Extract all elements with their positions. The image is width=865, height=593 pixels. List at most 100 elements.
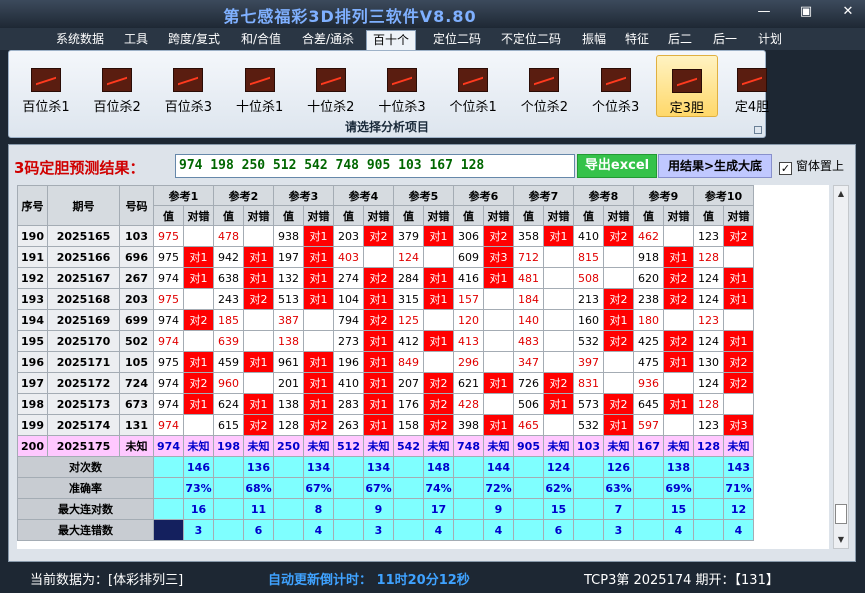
ref-result-cell: 对2 bbox=[663, 267, 694, 289]
chart-icon bbox=[387, 68, 417, 92]
menu-item[interactable]: 后一 bbox=[713, 30, 737, 50]
scroll-down-icon[interactable]: ▼ bbox=[834, 533, 848, 547]
ref-result-cell: 对2 bbox=[723, 225, 754, 247]
ref-value-cell: 243 bbox=[213, 288, 244, 310]
ribbon-button[interactable]: 定4胆 bbox=[727, 55, 777, 117]
prediction-result-field[interactable]: 974 198 250 512 542 748 905 103 167 128 bbox=[175, 154, 575, 178]
ref-result-cell: 对1 bbox=[303, 246, 334, 268]
ref-value-cell: 960 bbox=[213, 372, 244, 394]
generate-base-button[interactable]: 用结果>生成大底 bbox=[658, 154, 772, 178]
ref-value-cell: 465 bbox=[513, 414, 544, 436]
ref-result-cell: 对2 bbox=[183, 309, 214, 331]
menu-item[interactable]: 系统数据 bbox=[56, 30, 104, 50]
stats-value-cell: 148 bbox=[423, 456, 454, 478]
stats-value-cell: 67% bbox=[303, 477, 334, 499]
stats-value-cell: 124 bbox=[543, 456, 574, 478]
ref-value-cell: 974 bbox=[153, 330, 184, 352]
ref-result-cell: 对2 bbox=[603, 288, 634, 310]
ref-value-cell: 416 bbox=[453, 267, 484, 289]
ribbon-button[interactable]: 百位杀3 bbox=[157, 55, 219, 117]
chart-icon bbox=[600, 68, 631, 92]
stats-value-cell: 16 bbox=[183, 498, 214, 520]
ref-value-cell: 397 bbox=[573, 351, 604, 373]
close-button[interactable]: ✕ bbox=[835, 3, 861, 21]
menu-item[interactable]: 不定位二码 bbox=[501, 30, 561, 50]
ref-value-cell: 974 bbox=[153, 372, 184, 394]
table-row[interactable]: 194 2025169 699 974 对2 185 387 794 对2 125 120 140 16… bbox=[17, 309, 754, 331]
ref-result-cell: 对1 bbox=[543, 225, 574, 247]
stats-spacer-cell bbox=[573, 519, 604, 541]
menu-item[interactable]: 振幅 bbox=[582, 30, 606, 50]
results-grid: 序号 期号 号码 参考1 参考2 参考3 参考4 参考5 参考6 参考7 参考8 参考9 参考10 值对错… bbox=[17, 185, 829, 549]
ribbon-button[interactable]: 十位杀2 bbox=[300, 55, 362, 117]
minimize-button[interactable]: — bbox=[751, 3, 777, 21]
stats-value-cell: 143 bbox=[723, 456, 754, 478]
table-row[interactable]: 191 2025166 696 975 对1 942 对1 197 对1 403 124 609 对3 7… bbox=[17, 246, 754, 268]
ref-value-cell: 975 bbox=[153, 288, 184, 310]
table-row[interactable]: 196 2025171 105 975 对1 459 对1 961 对1 196 对1 849 296 3… bbox=[17, 351, 754, 373]
menu-item[interactable]: 跨度/复式 bbox=[168, 30, 220, 50]
prediction-row[interactable]: 200 2025175 未知 974 未知 198 未知 250 未知 512 未知 542 未知 748… bbox=[17, 435, 754, 457]
menu-item[interactable]: 工具 bbox=[124, 30, 148, 50]
header-value: 值 bbox=[453, 205, 484, 226]
predicted-result-cell: 未知 bbox=[423, 435, 454, 457]
vertical-scrollbar[interactable]: ▲ ▼ bbox=[833, 185, 849, 549]
ribbon-button[interactable]: 个位杀2 bbox=[513, 55, 575, 117]
header-value: 值 bbox=[273, 205, 304, 226]
ref-value-cell: 160 bbox=[573, 309, 604, 331]
stats-value-cell: 73% bbox=[183, 477, 214, 499]
table-row[interactable]: 195 2025170 502 974 639 138 273 对1 412 对1 413 483 53… bbox=[17, 330, 754, 352]
row-number: 103 bbox=[119, 225, 154, 247]
stats-spacer-cell bbox=[513, 477, 544, 499]
ref-result-cell: 对1 bbox=[303, 225, 334, 247]
ref-value-cell: 124 bbox=[393, 246, 424, 268]
ribbon-button-label: 定4胆 bbox=[734, 100, 770, 115]
ribbon-expand-icon[interactable] bbox=[754, 126, 762, 134]
ribbon-button[interactable]: 百位杀2 bbox=[86, 55, 148, 117]
table-row[interactable]: 190 2025165 103 975 478 938 对1 203 对2 379 对1 306 对2 3… bbox=[17, 225, 754, 247]
ribbon-button[interactable]: 十位杀1 bbox=[229, 55, 291, 117]
ref-result-cell bbox=[303, 330, 334, 352]
checkbox-icon[interactable]: ✓ bbox=[779, 162, 792, 175]
stats-value-cell: 15 bbox=[663, 498, 694, 520]
scroll-up-icon[interactable]: ▲ bbox=[834, 187, 848, 201]
ref-result-cell: 对2 bbox=[363, 309, 394, 331]
scroll-thumb[interactable] bbox=[835, 504, 847, 524]
menu-item[interactable]: 定位二码 bbox=[433, 30, 481, 50]
menu-item[interactable]: 特征 bbox=[625, 30, 649, 50]
menu-item[interactable]: 合差/通杀 bbox=[302, 30, 354, 50]
menu-item[interactable]: 后二 bbox=[668, 30, 692, 50]
ref-value-cell: 712 bbox=[513, 246, 544, 268]
menu-item[interactable]: 百十个 bbox=[366, 30, 417, 50]
stats-spacer-cell bbox=[213, 519, 244, 541]
ref-result-cell bbox=[663, 414, 694, 436]
maximize-button[interactable]: ▣ bbox=[793, 3, 819, 21]
ref-value-cell: 412 bbox=[393, 330, 424, 352]
table-row[interactable]: 197 2025172 724 974 对2 960 201 对1 410 对1 207 对2 621 对… bbox=[17, 372, 754, 394]
ref-value-cell: 315 bbox=[393, 288, 424, 310]
table-row[interactable]: 192 2025167 267 974 对1 638 对1 132 对1 274 对2 284 对1 41… bbox=[17, 267, 754, 289]
menu-item[interactable]: 和/合值 bbox=[241, 30, 281, 50]
menu-item[interactable]: 计划 bbox=[758, 30, 782, 50]
export-excel-button[interactable]: 导出excel bbox=[577, 154, 657, 178]
predicted-value-cell: 974 bbox=[153, 435, 184, 457]
ribbon-button-label: 百位杀2 bbox=[93, 100, 141, 115]
predicted-result-cell: 未知 bbox=[543, 435, 574, 457]
ref-result-cell: 对1 bbox=[603, 414, 634, 436]
ribbon-button[interactable]: 个位杀3 bbox=[585, 55, 647, 117]
ref-result-cell: 对1 bbox=[603, 309, 634, 331]
table-row[interactable]: 193 2025168 203 975 243 对2 513 对1 104 对1 315 对1 157 1… bbox=[17, 288, 754, 310]
stats-spacer-cell bbox=[693, 477, 724, 499]
ribbon-button-label: 百位杀1 bbox=[22, 100, 70, 115]
table-row[interactable]: 198 2025173 673 974 对1 624 对1 138 对1 283 对1 176 对2 42… bbox=[17, 393, 754, 415]
ribbon-button[interactable]: 十位杀3 bbox=[371, 55, 433, 117]
pin-window-checkbox[interactable]: ✓ 窗体置上 bbox=[779, 157, 844, 175]
row-number: 699 bbox=[119, 309, 154, 331]
table-row[interactable]: 199 2025174 131 974 615 对2 128 对2 263 对1 158 对2 398 对… bbox=[17, 414, 754, 436]
stats-value-cell: 17 bbox=[423, 498, 454, 520]
ribbon-button[interactable]: 百位杀1 bbox=[15, 55, 77, 117]
header-ref: 参考10 bbox=[693, 185, 754, 206]
ref-result-cell: 对2 bbox=[423, 372, 454, 394]
ribbon-button[interactable]: 个位杀1 bbox=[442, 55, 504, 117]
ribbon-button[interactable]: 定3胆 bbox=[655, 55, 718, 117]
